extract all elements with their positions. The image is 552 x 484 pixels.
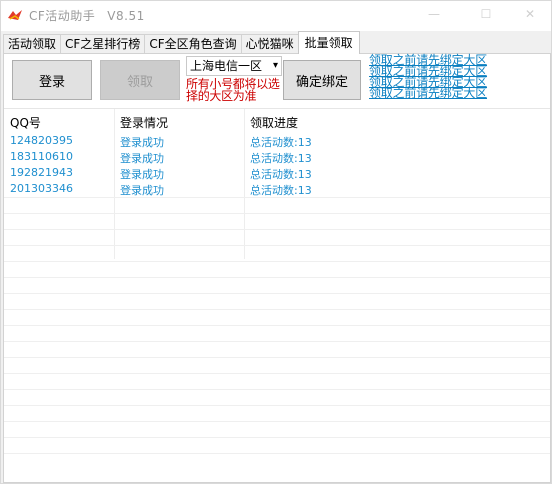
claim-button[interactable]: 领取 [100,60,180,100]
window-title: CF活动助手 V8.51 [29,7,145,24]
server-note: 所有小号都将以选择的大区为准 [186,77,280,103]
minimize-button[interactable]: — [411,1,457,27]
row-divider [4,341,550,342]
tab-batch-claim[interactable]: 批量领取 [297,31,360,54]
tab-activity-claim[interactable]: 活动领取 [3,34,62,54]
maximize-button[interactable]: ☐ [463,1,509,27]
chevron-down-icon: ▾ [272,60,278,71]
progress-cell: 总活动数:13 [250,136,312,149]
row-divider [4,229,550,230]
row-divider [4,277,550,278]
column-header-login-status[interactable]: 登录情况 [120,114,168,131]
close-button[interactable]: ✕ [507,1,552,27]
row-divider [4,373,550,374]
row-divider [4,309,550,310]
server-select[interactable]: 上海电信一区 ▾ [186,56,282,76]
tab-cf-star-ranking[interactable]: CF之星排行榜 [60,34,146,54]
row-divider [4,213,550,214]
app-logo-icon [7,9,23,22]
qq-cell: 124820395 [10,134,73,147]
confirm-bind-button[interactable]: 确定绑定 [283,60,361,100]
login-button[interactable]: 登录 [12,60,92,100]
bind-hint-link[interactable]: 领取之前请先绑定大区 [369,87,499,99]
row-divider [4,325,550,326]
row-divider [4,437,550,438]
table-row[interactable]: 192821943 登录成功 总活动数:13 [4,165,550,181]
row-divider [4,421,550,422]
app-version: V8.51 [107,9,145,23]
qq-cell: 192821943 [10,166,73,179]
progress-cell: 总活动数:13 [250,184,312,197]
column-header-qq[interactable]: QQ号 [10,114,41,131]
row-divider [4,357,550,358]
row-divider [4,245,550,246]
table-row[interactable]: 183110610 登录成功 总活动数:13 [4,149,550,165]
login-status-cell: 登录成功 [120,136,164,149]
list-header: QQ号 登录情况 领取进度 [4,109,550,131]
tab-cf-role-query[interactable]: CF全区角色查询 [144,34,242,54]
title-bar[interactable]: CF活动助手 V8.51 — ☐ ✕ [1,1,551,31]
qq-cell: 201303346 [10,182,73,195]
progress-cell: 总活动数:13 [250,168,312,181]
server-select-value: 上海电信一区 [190,59,263,73]
account-list[interactable]: QQ号 登录情况 领取进度 124820395 登录成功 总活动数:13 183… [4,108,550,482]
table-row[interactable]: 201303346 登录成功 总活动数:13 [4,181,550,197]
tab-bar: 活动领取 CF之星排行榜 CF全区角色查询 心悦猫咪 批量领取 [3,31,360,54]
column-header-claim-progress[interactable]: 领取进度 [250,114,298,131]
row-divider [4,405,550,406]
row-divider [4,389,550,390]
qq-cell: 183110610 [10,150,73,163]
app-window: CF活动助手 V8.51 — ☐ ✕ 活动领取 CF之星排行榜 CF全区角色查询 … [0,0,552,484]
table-row[interactable]: 124820395 登录成功 总活动数:13 [4,133,550,149]
progress-cell: 总活动数:13 [250,152,312,165]
hint-links: 领取之前请先绑定大区 领取之前请先绑定大区 领取之前请先绑定大区 领取之前请先绑… [369,54,499,99]
row-divider [4,293,550,294]
tab-xinyue-cat[interactable]: 心悦猫咪 [240,34,299,54]
row-divider [4,197,550,198]
row-divider [4,261,550,262]
login-status-cell: 登录成功 [120,184,164,197]
row-divider [4,453,550,454]
login-status-cell: 登录成功 [120,152,164,165]
batch-claim-panel: 登录 领取 上海电信一区 ▾ 所有小号都将以选择的大区为准 确定绑定 领取之前请… [3,53,551,483]
app-name: CF活动助手 [29,9,96,23]
login-status-cell: 登录成功 [120,168,164,181]
